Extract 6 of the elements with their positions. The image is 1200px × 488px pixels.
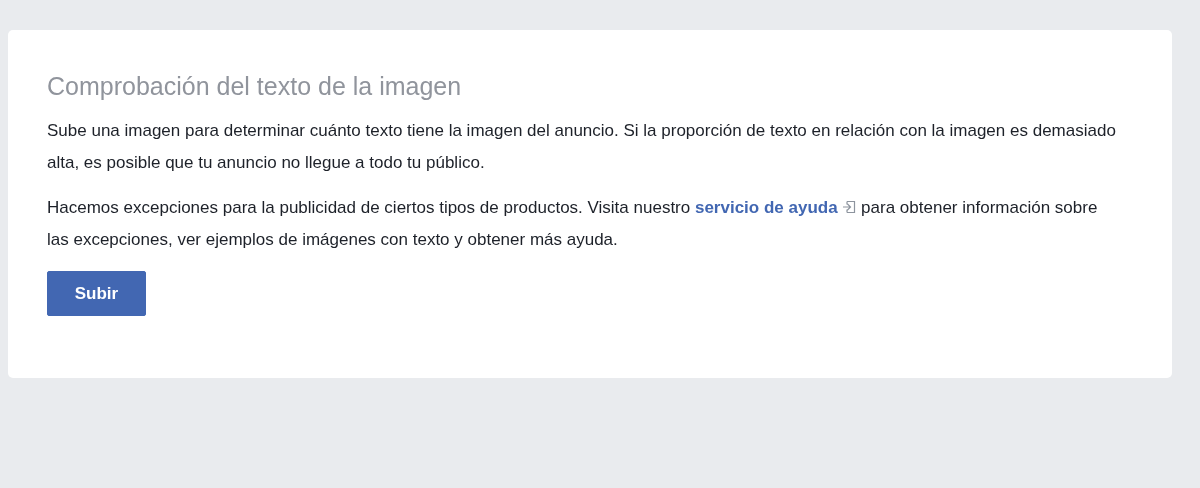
help-link[interactable]: servicio de ayuda (694, 198, 838, 217)
exceptions-paragraph: Hacemos excepciones para la publicidad de ciertos tipos de productos. Visita nuestro servicio de ayuda para obtener información sobre las excepciones, ver ejemplos de imágenes con texto y obtener más ayuda. (47, 197, 1099, 251)
intro-paragraph: Sube una imagen para determinar cuánto texto tiene la imagen del anuncio. Si la proporción de texto en relación con la imagen es demasiado alta, es posible que tu anuncio no llegue a todo tu público. (47, 120, 1117, 174)
card-title: Comprobación del texto de la imagen (47, 72, 462, 101)
upload-button[interactable]: Subir (47, 271, 146, 316)
external-link-icon (842, 200, 857, 214)
